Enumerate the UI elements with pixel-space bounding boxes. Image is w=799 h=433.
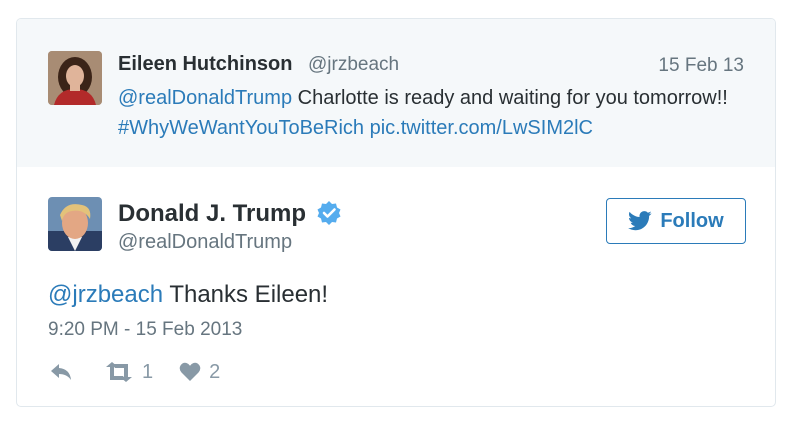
tweet-text: @jrzbeach Thanks Eileen! [48, 281, 328, 309]
twitter-bird-icon [628, 211, 652, 231]
parent-text-body: Charlotte is ready and waiting for you t… [292, 87, 728, 109]
retweet-count: 1 [142, 360, 154, 383]
like-button[interactable]: 2 [179, 361, 220, 384]
embedded-tweet-card: Eileen Hutchinson @jrzbeach 15 Feb 13 @r… [16, 18, 776, 407]
parent-author-name[interactable]: Eileen Hutchinson [118, 53, 292, 76]
author-avatar[interactable] [48, 197, 102, 251]
parent-tweet[interactable]: Eileen Hutchinson @jrzbeach 15 Feb 13 @r… [17, 19, 775, 167]
follow-button[interactable]: Follow [606, 198, 746, 244]
author-name[interactable]: Donald J. Trump [118, 200, 306, 228]
reply-button[interactable] [48, 362, 74, 382]
retweet-button[interactable]: 1 [104, 361, 153, 384]
pic-link[interactable]: pic.twitter.com/LwSIM2lC [370, 117, 593, 139]
verified-badge-icon [317, 201, 341, 225]
heart-icon [179, 362, 201, 381]
follow-label: Follow [660, 209, 724, 232]
retweet-icon [106, 362, 132, 382]
like-count: 2 [209, 360, 221, 383]
parent-tweet-text: @realDonaldTrump Charlotte is ready and … [118, 83, 758, 143]
parent-mention-link[interactable]: @realDonaldTrump [118, 87, 292, 109]
author-handle[interactable]: @realDonaldTrump [118, 231, 292, 254]
hashtag-link[interactable]: #WhyWeWantYouToBeRich [118, 117, 364, 139]
parent-avatar[interactable] [48, 51, 102, 105]
tweet-timestamp[interactable]: 9:20 PM - 15 Feb 2013 [48, 319, 242, 341]
parent-author-handle[interactable]: @jrzbeach [308, 54, 399, 76]
reply-icon [51, 364, 71, 380]
tweet-actions: 1 2 [48, 359, 220, 385]
parent-date[interactable]: 15 Feb 13 [658, 55, 744, 77]
tweet-mention-link[interactable]: @jrzbeach [48, 281, 163, 308]
tweet-text-body: Thanks Eileen! [163, 281, 329, 308]
